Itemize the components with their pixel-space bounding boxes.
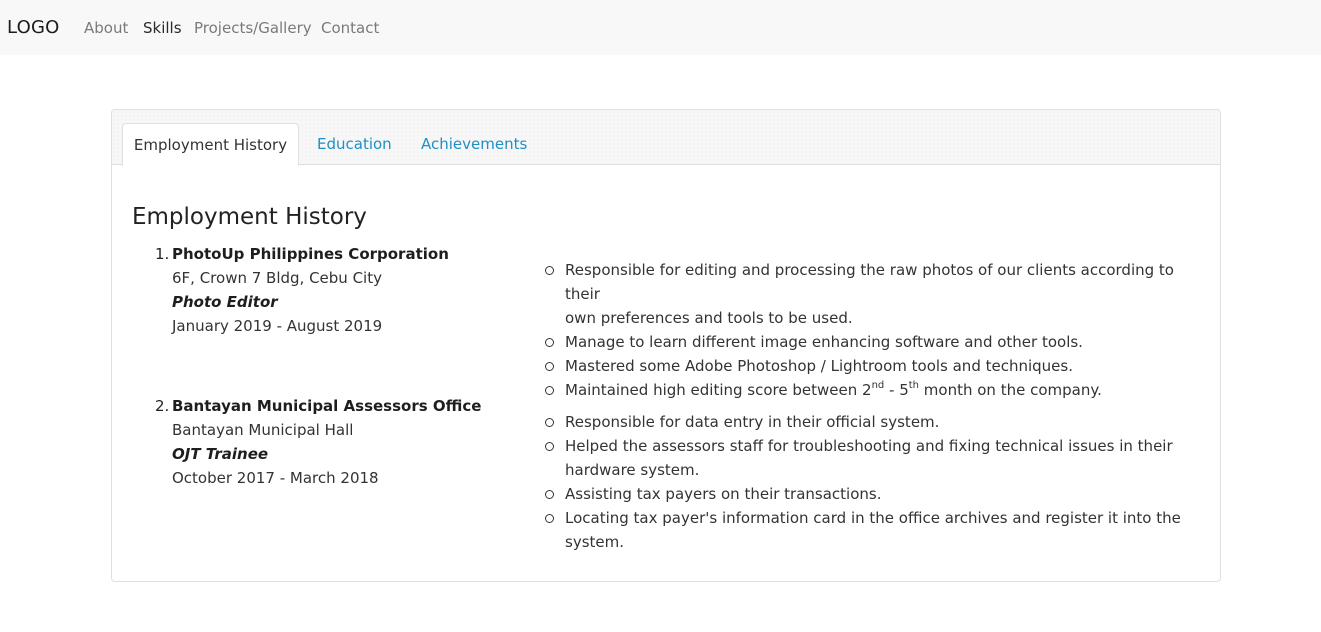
job-info: Bantayan Municipal Assessors Office Bant… <box>172 394 532 490</box>
job-duties-list: Responsible for data entry in their offi… <box>545 410 1205 554</box>
resume-card: Employment History Education Achievement… <box>111 109 1221 582</box>
tab-bar: Employment History Education Achievement… <box>112 110 1220 166</box>
circle-bullet-icon <box>545 362 554 371</box>
job-info: PhotoUp Philippines Corporation 6F, Crow… <box>172 242 532 338</box>
job-address: 6F, Crown 7 Bldg, Cebu City <box>172 269 382 287</box>
job-company: Bantayan Municipal Assessors Office <box>172 397 482 415</box>
duty-item: Mastered some Adobe Photoshop / Lightroo… <box>545 354 1205 378</box>
duty-item: Responsible for editing and processing t… <box>545 258 1205 330</box>
nav-link-contact[interactable]: Contact <box>321 18 379 38</box>
job-role: Photo Editor <box>172 293 278 311</box>
circle-bullet-icon <box>545 386 554 395</box>
job-period: January 2019 - August 2019 <box>172 317 383 335</box>
nav-link-skills[interactable]: Skills <box>143 18 182 38</box>
duty-item: Locating tax payer's information card in… <box>545 506 1205 554</box>
duty-item: Assisting tax payers on their transactio… <box>545 482 1205 506</box>
nav-link-projects-gallery[interactable]: Projects/Gallery <box>194 18 312 38</box>
circle-bullet-icon <box>545 338 554 347</box>
duty-item: Responsible for data entry in their offi… <box>545 410 1205 434</box>
job-role: OJT Trainee <box>172 445 269 463</box>
circle-bullet-icon <box>545 266 554 275</box>
top-navbar: LOGO About Skills Projects/Gallery Conta… <box>0 0 1321 55</box>
duty-item: Maintained high editing score between 2n… <box>545 378 1205 402</box>
job-address: Bantayan Municipal Hall <box>172 421 354 439</box>
circle-bullet-icon <box>545 514 554 523</box>
duty-item: Helped the assessors staff for troublesh… <box>545 434 1205 482</box>
brand-logo[interactable]: LOGO <box>7 17 59 39</box>
tab-achievements[interactable]: Achievements <box>421 123 527 166</box>
section-title: Employment History <box>132 204 367 230</box>
job-company: PhotoUp Philippines Corporation <box>172 245 449 263</box>
circle-bullet-icon <box>545 442 554 451</box>
tab-education[interactable]: Education <box>317 123 392 166</box>
circle-bullet-icon <box>545 418 554 427</box>
job-number: 2. <box>155 397 170 415</box>
job-duties-list: Responsible for editing and processing t… <box>545 258 1205 402</box>
job-period: October 2017 - March 2018 <box>172 469 379 487</box>
nav-link-about[interactable]: About <box>84 18 128 38</box>
tab-employment-history[interactable]: Employment History <box>122 123 299 166</box>
circle-bullet-icon <box>545 490 554 499</box>
duty-item: Manage to learn different image enhancin… <box>545 330 1205 354</box>
job-number: 1. <box>155 245 170 263</box>
